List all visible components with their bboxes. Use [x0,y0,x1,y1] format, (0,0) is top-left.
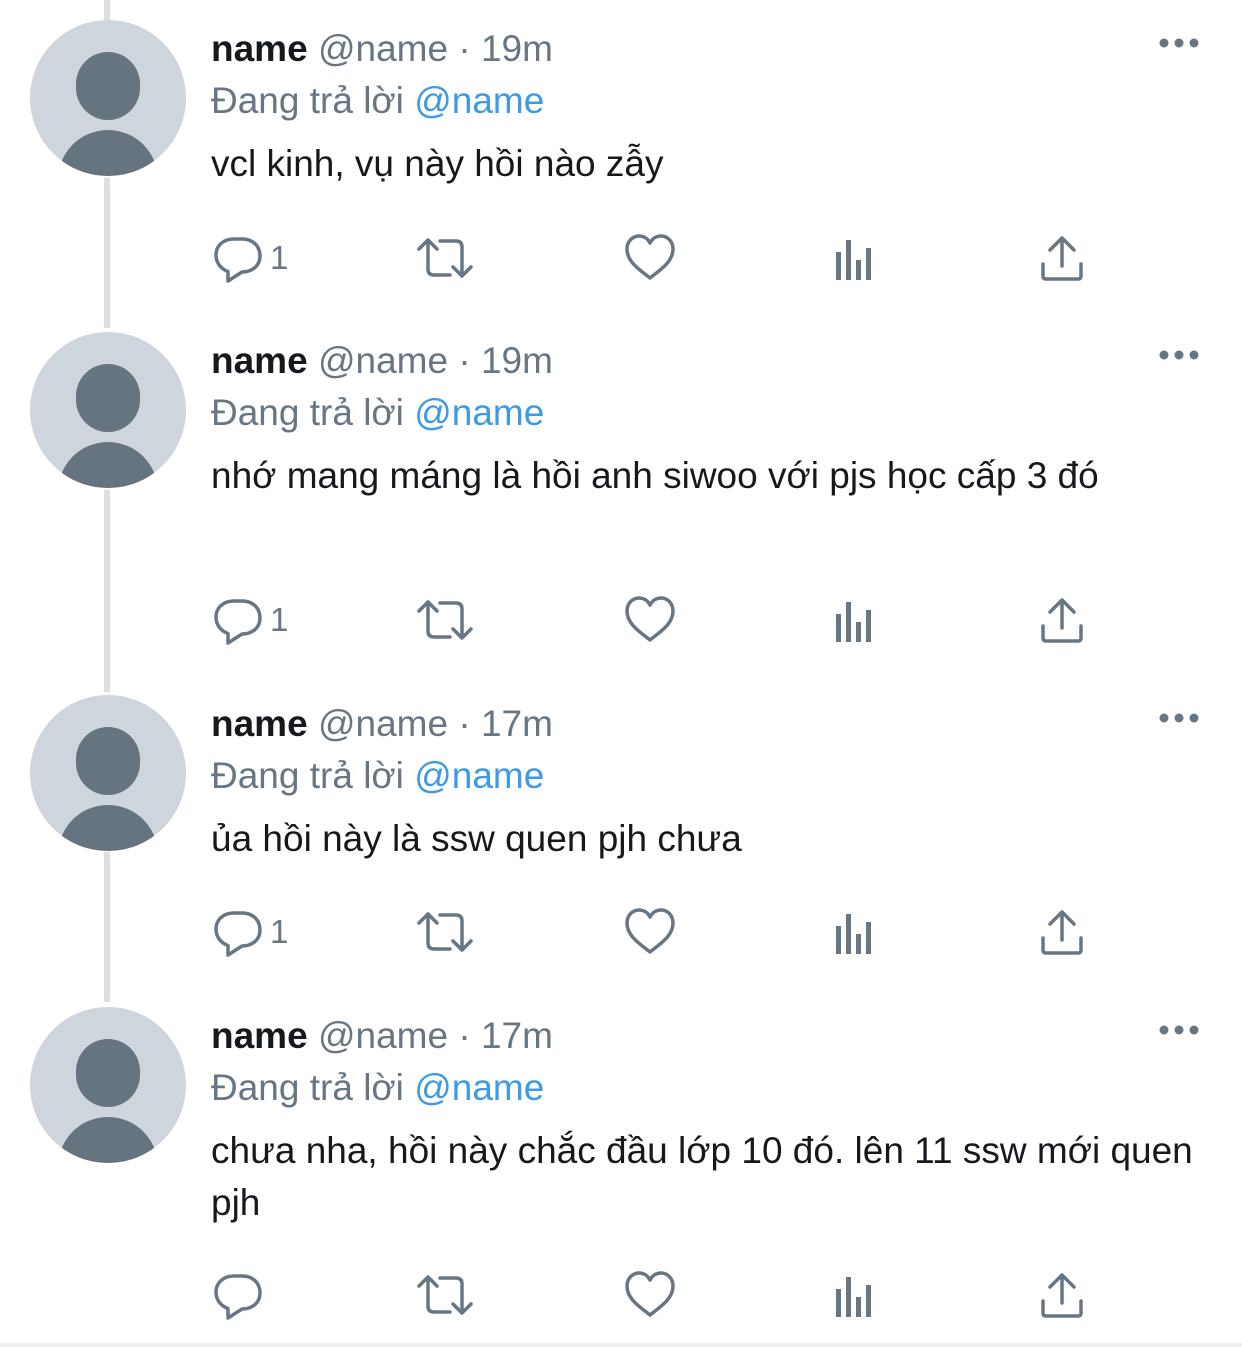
timestamp[interactable]: 17m [481,1015,553,1056]
thread-line [104,0,110,20]
reply-button[interactable]: 1 [212,232,312,284]
avatar[interactable] [30,1007,186,1163]
reply-icon [214,599,262,645]
analytics-icon [836,240,871,280]
heart-icon [625,234,675,280]
user-handle[interactable]: @name [318,1015,448,1056]
reply-icon [214,911,262,957]
tweet-text: chưa nha, hồi này chắc đầu lớp 10 đó. lê… [211,1130,1193,1223]
timestamp[interactable]: 19m [481,340,553,381]
tweet-text: ủa hồi này là ssw quen pjh chưa [211,818,742,859]
separator: · [458,1015,471,1056]
share-icon [1041,598,1083,643]
heart-icon [625,908,675,954]
retweet-icon [417,912,473,952]
retweet-button[interactable] [416,232,474,284]
more-icon[interactable] [1156,340,1202,370]
tweet-header: name @name · 17m [211,701,553,747]
display-name[interactable]: name [211,1015,308,1056]
retweet-button[interactable] [416,906,474,958]
analytics-icon [836,1277,871,1317]
retweet-icon [417,1275,473,1315]
retweet-button[interactable] [416,594,474,646]
display-name[interactable]: name [211,703,308,744]
action-bar: 1 [0,594,1242,646]
user-handle[interactable]: @name [318,703,448,744]
avatar[interactable] [30,695,186,851]
avatar[interactable] [30,332,186,488]
share-button[interactable] [1038,906,1086,958]
analytics-button[interactable] [832,232,880,284]
replying-to-label: Đang trả lời [211,80,404,121]
replying-to: Đang trả lời @name [211,753,544,799]
reply-count: 1 [270,239,289,276]
replying-to: Đang trả lời @name [211,390,544,436]
separator: · [458,703,471,744]
heart-icon [625,596,675,642]
tweet-header: name @name · 19m [211,26,553,72]
like-button[interactable] [624,594,676,646]
tweet-text: nhớ mang máng là hồi anh siwoo với pjs h… [211,455,1099,496]
share-button[interactable] [1038,232,1086,284]
retweet-icon [417,600,473,640]
timestamp[interactable]: 19m [481,28,553,69]
mention-link[interactable]: @name [414,1067,544,1108]
separator: · [458,28,471,69]
divider [0,1343,1242,1347]
replying-to-label: Đang trả lời [211,1067,404,1108]
like-button[interactable] [624,1269,676,1321]
thread-line [104,490,110,692]
tweet-header: name @name · 19m [211,338,553,384]
display-name[interactable]: name [211,340,308,381]
display-name[interactable]: name [211,28,308,69]
more-icon[interactable] [1156,703,1202,733]
replying-to: Đang trả lời @name [211,1065,544,1111]
share-icon [1041,910,1083,955]
reply-button[interactable]: 1 [212,594,312,646]
mention-link[interactable]: @name [414,80,544,121]
replying-to: Đang trả lời @name [211,78,544,124]
analytics-icon [836,602,871,642]
heart-icon [625,1271,675,1317]
retweet-icon [417,238,473,278]
tweet-header: name @name · 17m [211,1013,553,1059]
replying-to-label: Đang trả lời [211,755,404,796]
action-bar: 1 [0,906,1242,958]
share-button[interactable] [1038,1269,1086,1321]
reply-button[interactable]: 1 [212,906,312,958]
user-handle[interactable]: @name [318,340,448,381]
analytics-button[interactable] [832,1269,880,1321]
like-button[interactable] [624,232,676,284]
tweet-text: vcl kinh, vụ này hồi nào zẫy [211,143,664,184]
like-button[interactable] [624,906,676,958]
user-handle[interactable]: @name [318,28,448,69]
timestamp[interactable]: 17m [481,703,553,744]
share-icon [1041,236,1083,281]
reply-icon [214,1274,262,1320]
mention-link[interactable]: @name [414,392,544,433]
replying-to-label: Đang trả lời [211,392,404,433]
analytics-button[interactable] [832,594,880,646]
more-icon[interactable] [1156,1015,1202,1045]
action-bar [0,1269,1242,1321]
reply-icon [214,237,262,283]
analytics-icon [836,914,871,954]
reply-count: 1 [270,601,289,638]
share-button[interactable] [1038,594,1086,646]
separator: · [458,340,471,381]
analytics-button[interactable] [832,906,880,958]
avatar[interactable] [30,20,186,176]
action-bar: 1 [0,232,1242,284]
reply-count: 1 [270,913,289,950]
retweet-button[interactable] [416,1269,474,1321]
reply-button[interactable] [212,1269,312,1321]
share-icon [1041,1273,1083,1318]
more-icon[interactable] [1156,28,1202,58]
mention-link[interactable]: @name [414,755,544,796]
